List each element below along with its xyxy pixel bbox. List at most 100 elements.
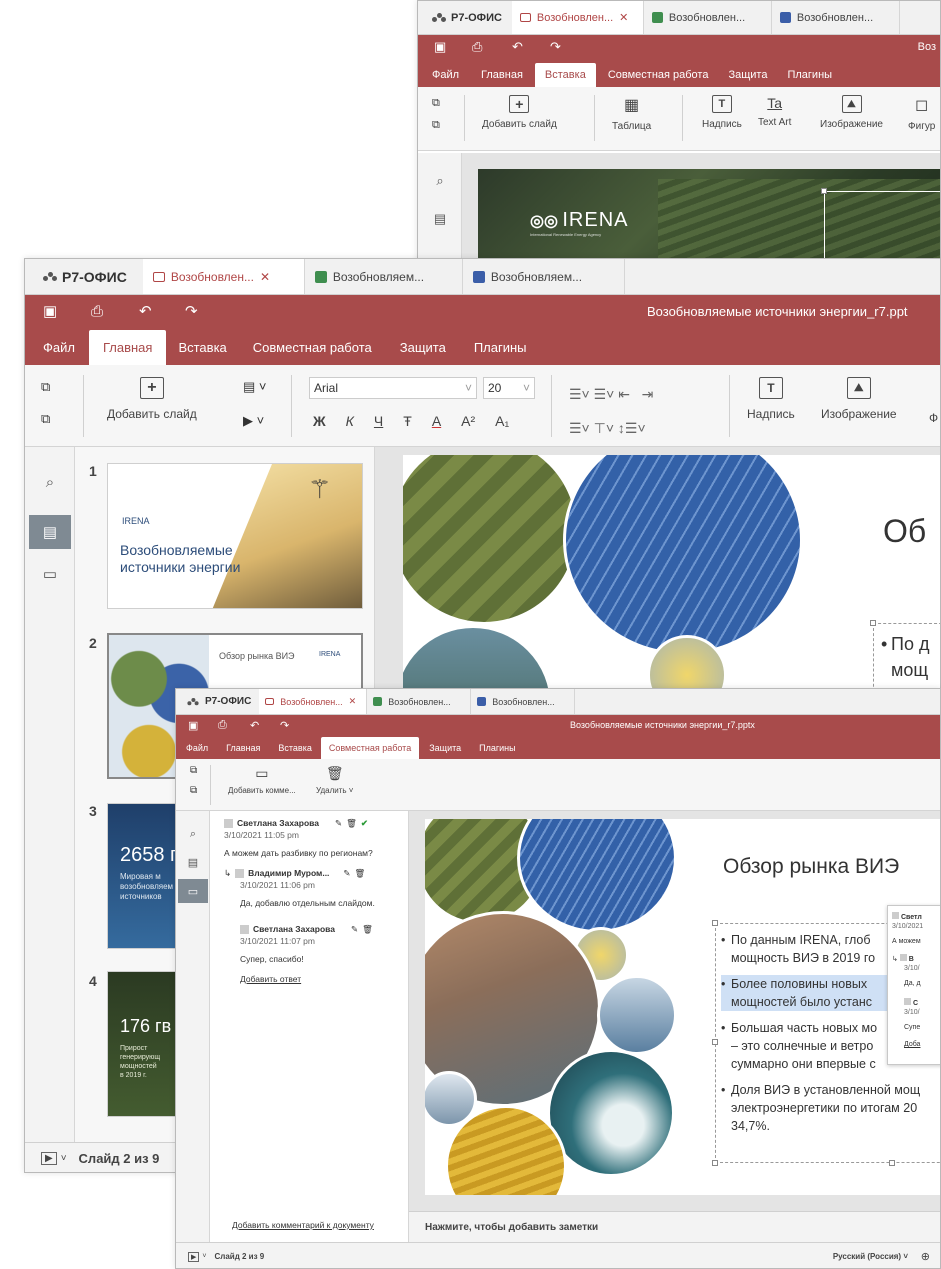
slides-icon[interactable]: ▤: [29, 515, 71, 549]
menu-home[interactable]: Главная: [217, 743, 269, 759]
font-name-select[interactable]: Arial ˅: [309, 377, 477, 399]
save-icon[interactable]: ▣: [188, 719, 198, 732]
bold-button[interactable]: Ж: [313, 413, 326, 429]
textart-button[interactable]: Ta Text Art: [758, 95, 791, 128]
edit-icon[interactable]: ✎: [335, 817, 342, 829]
chevron-down-icon[interactable]: ˅: [61, 1153, 67, 1164]
comments-icon[interactable]: ▭: [33, 559, 67, 589]
copy-icon[interactable]: ⧉: [190, 765, 197, 776]
slides-icon[interactable]: ▤: [180, 851, 206, 873]
bullets-icon[interactable]: ☰˅: [569, 386, 590, 402]
menu-plugins[interactable]: Плагины: [777, 69, 842, 87]
menu-protect[interactable]: Защита: [718, 69, 777, 87]
edit-icon[interactable]: ✎: [343, 867, 350, 879]
slide-thumb-1[interactable]: ⚚ IRENA Возобновляемые источники энергии: [107, 463, 363, 609]
menu-plugins[interactable]: Плагины: [460, 340, 541, 365]
add-slide-button[interactable]: + Добавить слайд: [107, 377, 197, 421]
save-icon[interactable]: ▣: [434, 39, 446, 55]
menu-plugins[interactable]: Плагины: [470, 743, 524, 759]
resize-handle[interactable]: [712, 1039, 718, 1045]
menu-file[interactable]: Файл: [25, 340, 89, 365]
resolve-check-icon[interactable]: ✔: [361, 817, 368, 829]
image-button[interactable]: ⛰ Изображение: [821, 377, 897, 421]
table-button[interactable]: ▦ Таблица: [612, 95, 651, 132]
save-icon[interactable]: ▣: [43, 302, 57, 320]
tab-document[interactable]: Возобновляем...: [463, 259, 625, 294]
tab-spreadsheet[interactable]: Возобновлен...: [644, 1, 772, 34]
numbering-icon[interactable]: ☰˅: [594, 386, 615, 402]
add-slide-button[interactable]: + Добавить слайд: [482, 95, 557, 130]
tab-spreadsheet[interactable]: Возобновляем...: [305, 259, 463, 294]
copy-icon[interactable]: ⧉: [432, 97, 440, 110]
language-select[interactable]: Русский (Россия) ˅: [833, 1252, 908, 1261]
paste-icon[interactable]: ⧉: [432, 119, 440, 132]
slide-irena-cover[interactable]: ◎◎ IRENA International Renewable Energy …: [478, 169, 940, 261]
add-comment-button[interactable]: ▭ Добавить комме...: [228, 765, 296, 795]
search-icon[interactable]: ⌕: [428, 169, 452, 193]
paste-icon[interactable]: ⧉: [41, 411, 50, 427]
slideshow-icon[interactable]: ▶: [41, 1152, 57, 1165]
menu-insert[interactable]: Вставка: [166, 340, 240, 365]
textbox-button[interactable]: T Надпись: [747, 377, 795, 421]
edit-icon[interactable]: ✎: [351, 923, 358, 935]
comments-icon[interactable]: ▭: [178, 879, 208, 903]
tab-spreadsheet[interactable]: Возобновлен...: [367, 689, 472, 714]
undo-icon[interactable]: ↶: [139, 302, 152, 320]
slideshow-icon[interactable]: ▶: [188, 1251, 200, 1262]
shape-button[interactable]: ◻ Фигур: [908, 95, 935, 132]
layout-icon[interactable]: ▤ ˅: [243, 379, 267, 395]
menu-collab[interactable]: Совместная работа: [320, 737, 420, 759]
strike-button[interactable]: Ŧ: [403, 413, 412, 429]
menu-collab[interactable]: Совместная работа: [596, 69, 719, 87]
menu-collab[interactable]: Совместная работа: [241, 340, 386, 365]
search-icon[interactable]: ⌕: [33, 467, 67, 497]
line-spacing-icon[interactable]: ↕☰˅: [618, 420, 646, 436]
slide-main[interactable]: Обзор рынка ВИЭ По данным IRENA, глоб мо…: [425, 819, 940, 1195]
trash-icon[interactable]: 🗑: [362, 923, 373, 935]
add-document-comment-link[interactable]: Добавить комментарий к документу: [232, 1219, 374, 1231]
decrease-indent-icon[interactable]: ⇤: [618, 386, 630, 402]
delete-comment-button[interactable]: 🗑 Удалить ˅: [316, 765, 353, 795]
notes-area[interactable]: Нажмите, чтобы добавить заметки: [409, 1211, 940, 1242]
close-icon[interactable]: ✕: [260, 270, 270, 284]
menu-home[interactable]: Главная: [471, 69, 535, 87]
slides-icon[interactable]: ▤: [428, 207, 452, 231]
image-button[interactable]: ⛰ Изображение: [820, 95, 883, 130]
align-icon[interactable]: ☰˅: [569, 420, 590, 436]
menu-protect[interactable]: Защита: [386, 340, 460, 365]
increase-indent-icon[interactable]: ⇥: [642, 386, 654, 402]
undo-icon[interactable]: ↶: [512, 39, 523, 55]
menu-insert[interactable]: Вставка: [269, 743, 320, 759]
menu-protect[interactable]: Защита: [419, 743, 470, 759]
resize-handle[interactable]: [712, 1160, 718, 1166]
close-icon[interactable]: ✕: [349, 696, 357, 707]
search-icon[interactable]: ⌕: [180, 823, 206, 845]
valign-icon[interactable]: ⊤˅: [594, 420, 614, 436]
chevron-down-icon[interactable]: ˅: [202, 1253, 206, 1260]
redo-icon[interactable]: ↷: [550, 39, 561, 55]
undo-icon[interactable]: ↶: [250, 719, 259, 732]
print-icon[interactable]: ⎙: [218, 719, 227, 732]
trash-icon[interactable]: 🗑: [355, 867, 366, 879]
copy-icon[interactable]: ⧉: [41, 379, 50, 395]
resize-handle[interactable]: [870, 620, 876, 626]
menu-insert[interactable]: Вставка: [534, 63, 596, 87]
redo-icon[interactable]: ↷: [185, 302, 198, 320]
globe-icon[interactable]: ⊕: [921, 1250, 930, 1263]
comment-popup[interactable]: Светл 3/10/2021 А можем ↳ В 3/10/ Да, д …: [887, 905, 940, 1065]
redo-icon[interactable]: ↷: [280, 719, 289, 732]
font-size-select[interactable]: 20 ˅: [483, 377, 535, 399]
resize-handle[interactable]: [712, 920, 718, 926]
menu-file[interactable]: Файл: [176, 743, 217, 759]
resize-handle[interactable]: [889, 1160, 895, 1166]
print-icon[interactable]: ⎙: [91, 303, 103, 320]
italic-button[interactable]: К: [346, 413, 354, 429]
add-reply-link[interactable]: Добавить ответ: [224, 973, 404, 985]
underline-button[interactable]: Ч: [374, 413, 383, 429]
font-color-button[interactable]: А: [432, 413, 441, 429]
menu-home[interactable]: Главная: [88, 330, 167, 365]
shape-button[interactable]: Ф: [929, 411, 938, 425]
superscript-button[interactable]: A²: [461, 413, 475, 429]
subscript-button[interactable]: A₁: [495, 413, 509, 429]
menu-file[interactable]: Файл: [418, 69, 471, 87]
